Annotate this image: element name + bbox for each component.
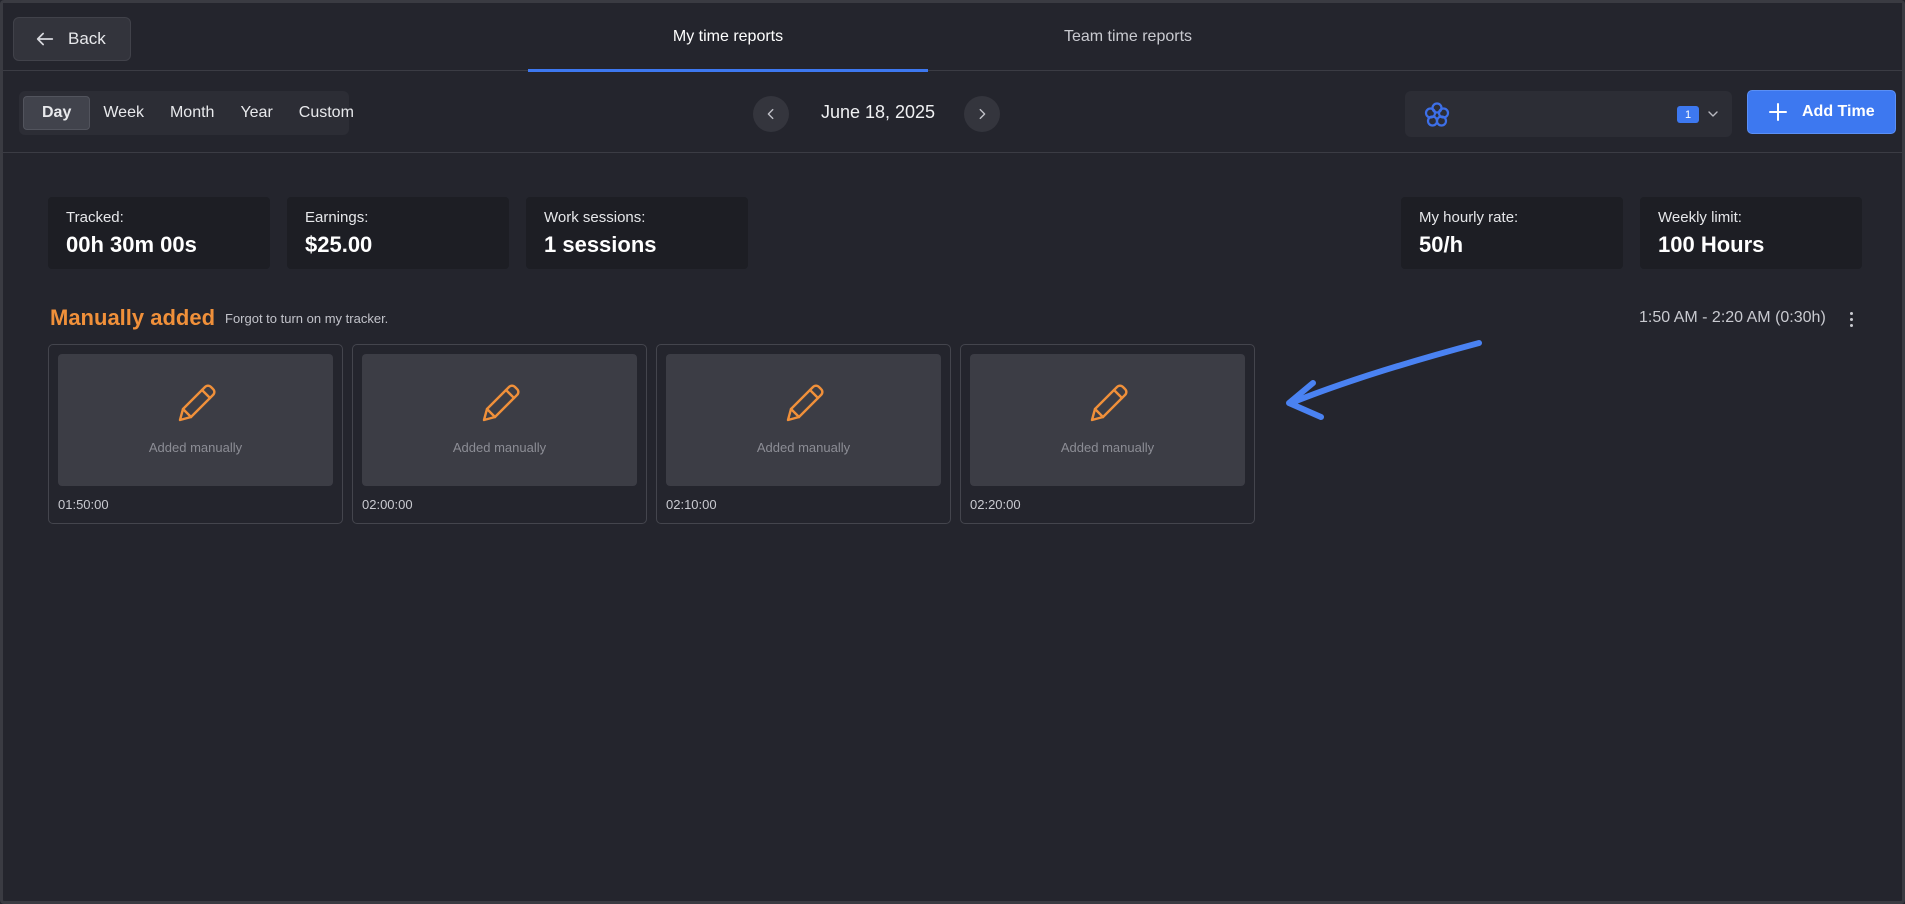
stat-work-sessions-label: Work sessions: [544, 209, 646, 226]
card-caption: Added manually [1060, 440, 1155, 455]
plus-icon [1769, 103, 1787, 121]
stat-work-sessions: Work sessions: 1 sessions [526, 197, 748, 269]
session-title: Manually added [50, 305, 216, 330]
tab-team-time-reports-label: Team time reports [1063, 28, 1193, 45]
add-time-button[interactable]: Add Time [1747, 90, 1896, 134]
card-thumbnail: Added manually [58, 354, 333, 486]
card-caption: Added manually [756, 440, 851, 455]
tab-team-time-reports[interactable]: Team time reports [928, 3, 1328, 71]
session-time-range: 1:50 AM - 2:20 AM (0:30h) [1639, 309, 1826, 326]
back-button-label: Back [68, 29, 106, 48]
toolbar: Day Week Month Year Custom June 18, 2025 [3, 72, 1902, 153]
previous-date-button[interactable] [753, 96, 789, 132]
screenshot-card[interactable]: Added manually 02:00:00 [352, 344, 647, 524]
pencil-icon [1090, 384, 1128, 422]
stat-hourly-rate-label: My hourly rate: [1419, 209, 1519, 226]
stat-earnings: Earnings: $25.00 [287, 197, 509, 269]
screenshot-card[interactable]: Added manually 01:50:00 [48, 344, 343, 524]
stat-hourly-rate-value: 50/h [1419, 232, 1464, 257]
pencil-icon [178, 384, 216, 422]
app-window: Back My time reports Team time reports D… [0, 0, 1905, 904]
next-date-button[interactable] [964, 96, 1000, 132]
card-time: 02:00:00 [362, 497, 413, 512]
session-note: Forgot to turn on my tracker. [225, 311, 389, 326]
period-selector: Day Week Month Year Custom [19, 91, 354, 135]
stat-tracked: Tracked: 00h 30m 00s [48, 197, 270, 269]
chevron-right-icon [979, 108, 986, 120]
card-time: 02:20:00 [970, 497, 1021, 512]
period-week[interactable]: Week [90, 96, 157, 130]
card-time: 02:10:00 [666, 497, 717, 512]
stat-tracked-value: 00h 30m 00s [66, 232, 197, 257]
top-bar: Back My time reports Team time reports [3, 3, 1902, 72]
card-caption: Added manually [452, 440, 547, 455]
kebab-menu-icon[interactable] [1843, 309, 1859, 329]
team-logo-icon [1424, 102, 1450, 127]
annotation-arrow-icon [1286, 340, 1482, 420]
chevron-down-icon [1708, 111, 1718, 117]
team-count-badge: 1 [1677, 106, 1699, 123]
screenshot-card[interactable]: Added manually 02:20:00 [960, 344, 1255, 524]
back-button[interactable]: Back [13, 17, 131, 61]
card-thumbnail: Added manually [666, 354, 941, 486]
card-caption: Added manually [148, 440, 243, 455]
card-time: 01:50:00 [58, 497, 109, 512]
stat-hourly-rate: My hourly rate: 50/h [1401, 197, 1623, 269]
stat-weekly-limit-value: 100 Hours [1658, 232, 1765, 257]
period-custom[interactable]: Custom [286, 96, 367, 130]
card-thumbnail: Added manually [970, 354, 1245, 486]
stat-earnings-label: Earnings: [305, 209, 369, 226]
pencil-icon [786, 384, 824, 422]
pencil-icon [482, 384, 520, 422]
screenshot-card[interactable]: Added manually 02:10:00 [656, 344, 951, 524]
period-month[interactable]: Month [157, 96, 227, 130]
arrow-left-icon [36, 32, 54, 46]
tab-my-time-reports-label: My time reports [672, 28, 784, 45]
stat-weekly-limit-label: Weekly limit: [1658, 209, 1742, 226]
team-selector[interactable]: 1 [1405, 91, 1732, 137]
stat-earnings-value: $25.00 [305, 232, 373, 257]
period-year[interactable]: Year [227, 96, 285, 130]
current-date: June 18, 2025 [820, 102, 936, 122]
stat-work-sessions-value: 1 sessions [544, 232, 657, 257]
tab-my-time-reports[interactable]: My time reports [528, 3, 928, 72]
add-time-label: Add Time [1802, 103, 1875, 120]
chevron-left-icon [767, 108, 774, 120]
stat-tracked-label: Tracked: [66, 209, 124, 226]
stat-weekly-limit: Weekly limit: 100 Hours [1640, 197, 1862, 269]
card-thumbnail: Added manually [362, 354, 637, 486]
period-day[interactable]: Day [23, 96, 91, 130]
